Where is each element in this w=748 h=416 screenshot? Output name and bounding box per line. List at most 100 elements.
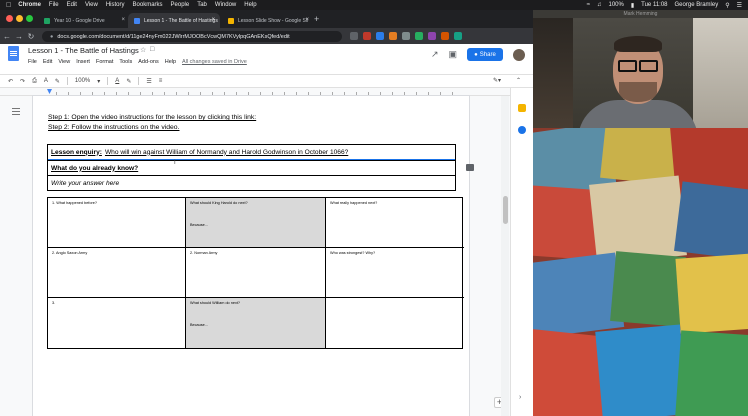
new-tab-button[interactable]: + bbox=[314, 14, 319, 24]
activity-icon[interactable]: ↗ bbox=[431, 49, 439, 60]
scrollbar[interactable] bbox=[501, 96, 509, 416]
extension-icon[interactable] bbox=[441, 32, 449, 40]
tab-title: Lesson Slide Show - Google Sli bbox=[238, 17, 309, 24]
print-icon[interactable]: ⎙ bbox=[32, 78, 37, 85]
avatar[interactable] bbox=[513, 48, 525, 61]
close-window-icon[interactable] bbox=[6, 15, 13, 22]
address-bar[interactable]: ● docs.google.com/document/d/11ge24nyFm0… bbox=[42, 31, 342, 42]
tab-drive[interactable]: Year 10 - Google Drive × bbox=[38, 13, 130, 28]
undo-icon[interactable]: ↶ bbox=[8, 78, 13, 85]
close-tab-icon[interactable]: × bbox=[121, 17, 125, 23]
menu-help[interactable]: Help bbox=[244, 2, 256, 8]
tab-slides[interactable]: Lesson Slide Show - Google Sli × bbox=[222, 13, 314, 28]
cell-text: Who was strongest? Why? bbox=[330, 251, 376, 255]
editing-mode-icon[interactable]: ✎▾ bbox=[493, 77, 501, 84]
extension-icon[interactable] bbox=[363, 32, 371, 40]
indent-marker[interactable] bbox=[47, 89, 52, 94]
reload-icon[interactable]: ↻ bbox=[26, 32, 36, 41]
docs-menu-insert[interactable]: Insert bbox=[76, 59, 90, 65]
document-outline-icon[interactable] bbox=[12, 108, 20, 115]
battery-icon[interactable]: ▮ bbox=[631, 2, 634, 9]
step-1-text[interactable]: Step 1: Open the video instructions for … bbox=[48, 114, 256, 121]
table-cell[interactable]: 3. bbox=[48, 298, 186, 348]
keep-icon[interactable] bbox=[518, 104, 526, 112]
docs-menu-help[interactable]: Help bbox=[165, 59, 176, 65]
chevron-right-icon[interactable]: › bbox=[519, 394, 521, 401]
tab-lesson-doc[interactable]: Lesson 1 - The Battle of Hastings × bbox=[128, 13, 220, 28]
menu-history[interactable]: History bbox=[106, 2, 125, 8]
ruler-ticks bbox=[56, 92, 464, 95]
add-comment-icon[interactable] bbox=[466, 164, 474, 171]
star-icon[interactable]: ☆ bbox=[140, 46, 146, 54]
table-cell[interactable]: Who was strongest? Why? bbox=[326, 248, 464, 298]
table-cell[interactable] bbox=[326, 298, 464, 348]
search-icon[interactable]: ⚲ bbox=[725, 2, 729, 9]
table-cell[interactable]: 1. What happened before? bbox=[48, 198, 186, 248]
table-cell[interactable]: What should William do next? Because... bbox=[186, 298, 326, 348]
comments-icon[interactable]: ▣ bbox=[448, 49, 457, 60]
enquiry-row[interactable]: Lesson enquiry: Who will win against Wil… bbox=[48, 145, 455, 160]
align-icon[interactable]: ☰ bbox=[146, 78, 151, 85]
table-cell[interactable]: What really happened next? bbox=[326, 198, 464, 248]
extension-icon[interactable] bbox=[415, 32, 423, 40]
document-title[interactable]: Lesson 1 - The Battle of Hastings bbox=[28, 46, 139, 55]
menu-view[interactable]: View bbox=[85, 2, 98, 8]
know-row[interactable]: What do you already know? bbox=[48, 160, 455, 175]
list-icon[interactable]: ☰ bbox=[737, 2, 742, 9]
folder-icon[interactable]: □ bbox=[150, 46, 154, 53]
extension-icon[interactable] bbox=[376, 32, 384, 40]
back-icon[interactable]: ← bbox=[2, 32, 12, 41]
docs-menu-format[interactable]: Format bbox=[96, 59, 113, 65]
text-color-icon[interactable]: A bbox=[115, 78, 119, 84]
collapse-icon[interactable]: ⌃ bbox=[516, 77, 521, 84]
volume-icon[interactable]: ♫ bbox=[597, 2, 602, 8]
menu-edit[interactable]: Edit bbox=[67, 2, 77, 8]
chevron-down-icon[interactable]: ▾ bbox=[97, 78, 100, 85]
docs-menu-addons[interactable]: Add-ons bbox=[138, 59, 159, 65]
highlight-icon[interactable]: ✎ bbox=[126, 78, 131, 85]
apple-icon[interactable]:  bbox=[6, 2, 11, 9]
share-button[interactable]: ● Share bbox=[467, 48, 503, 61]
menu-window[interactable]: Window bbox=[215, 2, 236, 8]
minimize-window-icon[interactable] bbox=[16, 15, 23, 22]
redo-icon[interactable]: ↷ bbox=[20, 78, 25, 85]
menu-bookmarks[interactable]: Bookmarks bbox=[133, 2, 163, 8]
macos-menu-bar:  Chrome File Edit View History Bookmark… bbox=[0, 0, 748, 10]
spellcheck-icon[interactable]: A bbox=[44, 78, 48, 84]
save-status[interactable]: All changes saved in Drive bbox=[182, 59, 247, 65]
scroll-thumb[interactable] bbox=[503, 196, 508, 224]
tasks-icon[interactable] bbox=[518, 126, 526, 134]
list-icon[interactable]: ≡ bbox=[159, 78, 163, 84]
menu-people[interactable]: People bbox=[171, 2, 190, 8]
docs-logo-icon[interactable] bbox=[8, 46, 19, 61]
docs-menu-view[interactable]: View bbox=[58, 59, 70, 65]
docs-menu-edit[interactable]: Edit bbox=[43, 59, 52, 65]
extension-icon[interactable] bbox=[402, 32, 410, 40]
answer-field[interactable]: Write your answer here bbox=[48, 175, 455, 190]
extension-icon[interactable] bbox=[428, 32, 436, 40]
menu-file[interactable]: File bbox=[49, 2, 59, 8]
zoom-select[interactable]: 100% bbox=[75, 78, 90, 84]
table-cell[interactable]: 2. Norman Army bbox=[186, 248, 326, 298]
step-2-text[interactable]: Step 2: Follow the instructions on the v… bbox=[48, 124, 179, 131]
extension-icon[interactable] bbox=[389, 32, 397, 40]
maximize-window-icon[interactable] bbox=[26, 15, 33, 22]
close-tab-icon[interactable]: × bbox=[305, 17, 309, 23]
flag-shape bbox=[610, 251, 686, 327]
table-cell[interactable]: What should King Harold do next? Because.… bbox=[186, 198, 326, 248]
wifi-icon[interactable]: ≈ bbox=[587, 2, 590, 8]
table-cell[interactable]: 2. Anglo Saxon Army bbox=[48, 248, 186, 298]
user-name[interactable]: George Bramley bbox=[675, 2, 719, 8]
clock[interactable]: Tue 11:08 bbox=[641, 2, 667, 8]
star-bookmark-icon[interactable] bbox=[350, 32, 358, 40]
paint-format-icon[interactable]: ✎ bbox=[55, 78, 60, 85]
close-tab-icon[interactable]: × bbox=[211, 17, 215, 23]
menu-app-name[interactable]: Chrome bbox=[18, 2, 41, 8]
extension-icon[interactable] bbox=[454, 32, 462, 40]
docs-menu-tools[interactable]: Tools bbox=[119, 59, 132, 65]
document-page[interactable]: Step 1: Open the video instructions for … bbox=[33, 96, 474, 416]
forward-icon[interactable]: → bbox=[14, 32, 24, 41]
menu-tab[interactable]: Tab bbox=[197, 2, 207, 8]
docs-menu-file[interactable]: File bbox=[28, 59, 37, 65]
flag-shape bbox=[674, 181, 748, 261]
